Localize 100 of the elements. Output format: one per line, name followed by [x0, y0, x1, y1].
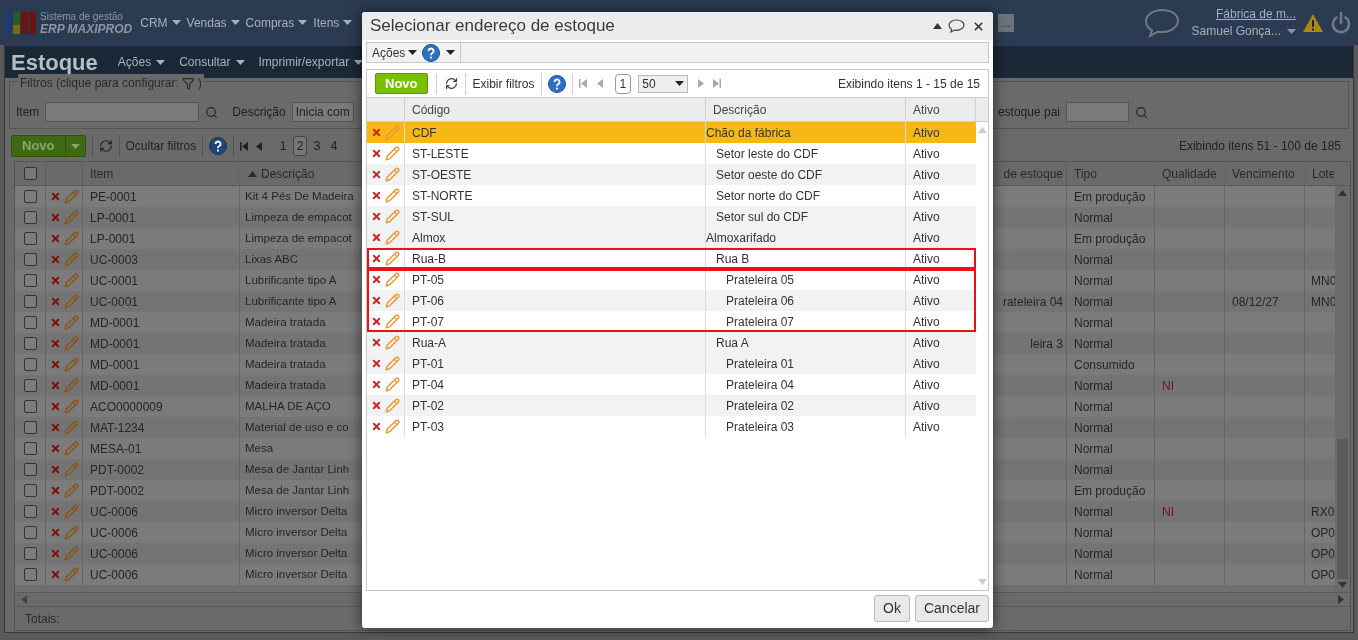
table-cell-text: Prateleira 05 — [726, 271, 795, 289]
table-cell-text: ST-OESTE — [412, 166, 472, 184]
table-cell-text: leira 3 — [1030, 335, 1063, 353]
table-cell-text: Normal — [1074, 398, 1113, 416]
table-cell-text: OP0 — [1311, 566, 1335, 584]
table-cell-text: PT-07 — [412, 313, 444, 331]
table-cell-text: Ativo — [913, 229, 940, 247]
table-cell-text: Setor norte do CDF — [716, 187, 821, 205]
table-cell-text: Prateleira 02 — [726, 397, 795, 415]
dialog-title: Selecionar endereço de estoque — [370, 15, 616, 38]
table-cell-text: Ativo — [913, 166, 940, 184]
table-cell-text: Mesa de Jantar Linh — [244, 461, 351, 477]
table-cell-text: MN0 — [1311, 272, 1335, 290]
table-cell-text: rateleira 04 — [1002, 293, 1063, 311]
table-cell-text: Madeira tratada — [244, 356, 327, 372]
table-cell-text: ST-LESTE — [412, 145, 469, 163]
table-cell-text: Micro inversor Delta — [244, 545, 349, 561]
table-cell-text: Ativo — [913, 313, 940, 331]
table-cell-text: Setor oeste do CDF — [716, 166, 823, 184]
table-cell-text: Ativo — [913, 397, 940, 415]
table-cell-text: Ativo — [913, 145, 940, 163]
table-cell-text: Lubrificante tipo A — [244, 272, 338, 288]
filters-legend: ) — [197, 74, 202, 92]
table-cell-text: Rua B — [716, 250, 750, 268]
table-cell-text: Mesa de Jantar Linh — [244, 482, 351, 498]
table-cell-text: Normal — [1074, 545, 1113, 563]
items-summary: Exibindo itens 1 - 15 de 15 — [837, 75, 980, 93]
table-cell-text: Micro inversor Delta — [244, 566, 349, 582]
table-cell-text: Normal — [1074, 272, 1113, 290]
table-cell-text: Normal — [1074, 335, 1113, 353]
table-cell-text: Prateleira 04 — [726, 376, 795, 394]
table-cell-text: 08/12/27 — [1232, 293, 1279, 311]
table-cell-text: OP0 — [1311, 545, 1335, 563]
field-label: estoque pai — [997, 104, 1060, 121]
table-cell-text: Normal — [1074, 377, 1113, 395]
table-cell-text: Ativo — [913, 355, 940, 373]
table-cell-text: Setor leste do CDF — [716, 145, 819, 163]
table-cell-text: Ativo — [913, 250, 940, 268]
filters-legend: Filtros (clique para configurar: — [20, 74, 179, 92]
table-cell-text: Normal — [1074, 209, 1113, 227]
table-cell-text: PT-04 — [412, 376, 444, 394]
table-cell-text: Rua-B — [412, 250, 446, 268]
table-cell-text: Material de uso e co — [244, 419, 350, 435]
table-cell-text: Madeira tratada — [244, 377, 327, 393]
table-cell-text: Ativo — [913, 187, 940, 205]
table-cell-text: PT-02 — [412, 397, 444, 415]
table-cell-text: MALHA DE AÇO — [244, 398, 332, 414]
table-cell-text: MN0 — [1311, 293, 1335, 311]
table-cell-text: PT-03 — [412, 418, 444, 436]
table-cell-text: Ativo — [913, 418, 940, 436]
table-cell-text: Normal — [1074, 503, 1113, 521]
table-cell-text: CDF — [412, 124, 437, 142]
table-cell-text: ST-SUL — [412, 208, 454, 226]
table-cell-text: Normal — [1074, 461, 1113, 479]
table-cell-text: Kit 4 Pés De Madeira — [244, 188, 355, 204]
table-cell-text: Rua-A — [412, 334, 446, 352]
field-label: Descrição — [232, 104, 286, 121]
table-cell-text: Ativo — [913, 124, 940, 142]
table-cell-text: PT-05 — [412, 271, 444, 289]
logo-subtitle: Sistema de gestão — [40, 10, 124, 23]
table-cell-text: Prateleira 06 — [726, 292, 795, 310]
table-cell-text: NI — [1162, 377, 1174, 395]
table-cell-text: Prateleira 07 — [726, 313, 795, 331]
table-cell: UC-0006 — [83, 564, 240, 585]
items-summary: Exibindo itens 51 - 100 de 185 — [1178, 138, 1341, 155]
table-cell-text: Normal — [1074, 440, 1113, 458]
table-cell-text: Madeira tratada — [244, 314, 327, 330]
table-cell-text: Limpeza de empacot — [244, 230, 353, 246]
table-cell-text: NI — [1162, 503, 1174, 521]
table-cell-text: PT-06 — [412, 292, 444, 310]
table-cell-text: Mesa — [244, 440, 275, 456]
table-cell-text: Chão da fábrica — [706, 124, 791, 142]
table-cell-text: Em produção — [1074, 482, 1146, 500]
table-cell-text: Normal — [1074, 566, 1113, 584]
table-cell-text: Setor sul do CDF — [716, 208, 809, 226]
table-cell-text: Lixas ABC — [244, 251, 300, 267]
table-cell-text: Lubrificante tipo A — [244, 293, 338, 309]
table-cell-text: Em produção — [1074, 230, 1146, 248]
table-cell-text: Ativo — [913, 334, 940, 352]
table-cell-text: Limpeza de empacot — [244, 209, 353, 225]
table-cell-text: Ativo — [913, 208, 940, 226]
table-cell-text: Consumido — [1074, 356, 1135, 374]
table-cell-text: Micro inversor Delta — [244, 524, 349, 540]
field-label: Item — [16, 104, 40, 121]
table-cell-text: Normal — [1074, 314, 1113, 332]
table-cell-text: Normal — [1074, 251, 1113, 269]
page-title: Estoque — [11, 48, 98, 77]
table-cell-text: Prateleira 03 — [726, 418, 795, 436]
table-cell-text: Normal — [1074, 524, 1113, 542]
table-cell-text: Em produção — [1074, 188, 1146, 206]
table-cell-text: Normal — [1074, 419, 1113, 437]
table-cell-text: Rua A — [716, 334, 749, 352]
table-cell-text: Ativo — [913, 271, 940, 289]
table-cell-text: PT-01 — [412, 355, 444, 373]
table-cell-text: Madeira tratada — [244, 335, 327, 351]
table-cell-text: ST-NORTE — [412, 187, 473, 205]
table-cell-text: Normal — [1074, 293, 1113, 311]
totals-label: Totais: — [24, 610, 60, 628]
logo-title: ERP MAXIPROD — [40, 22, 133, 35]
table-cell-text: RX0 — [1311, 503, 1335, 521]
